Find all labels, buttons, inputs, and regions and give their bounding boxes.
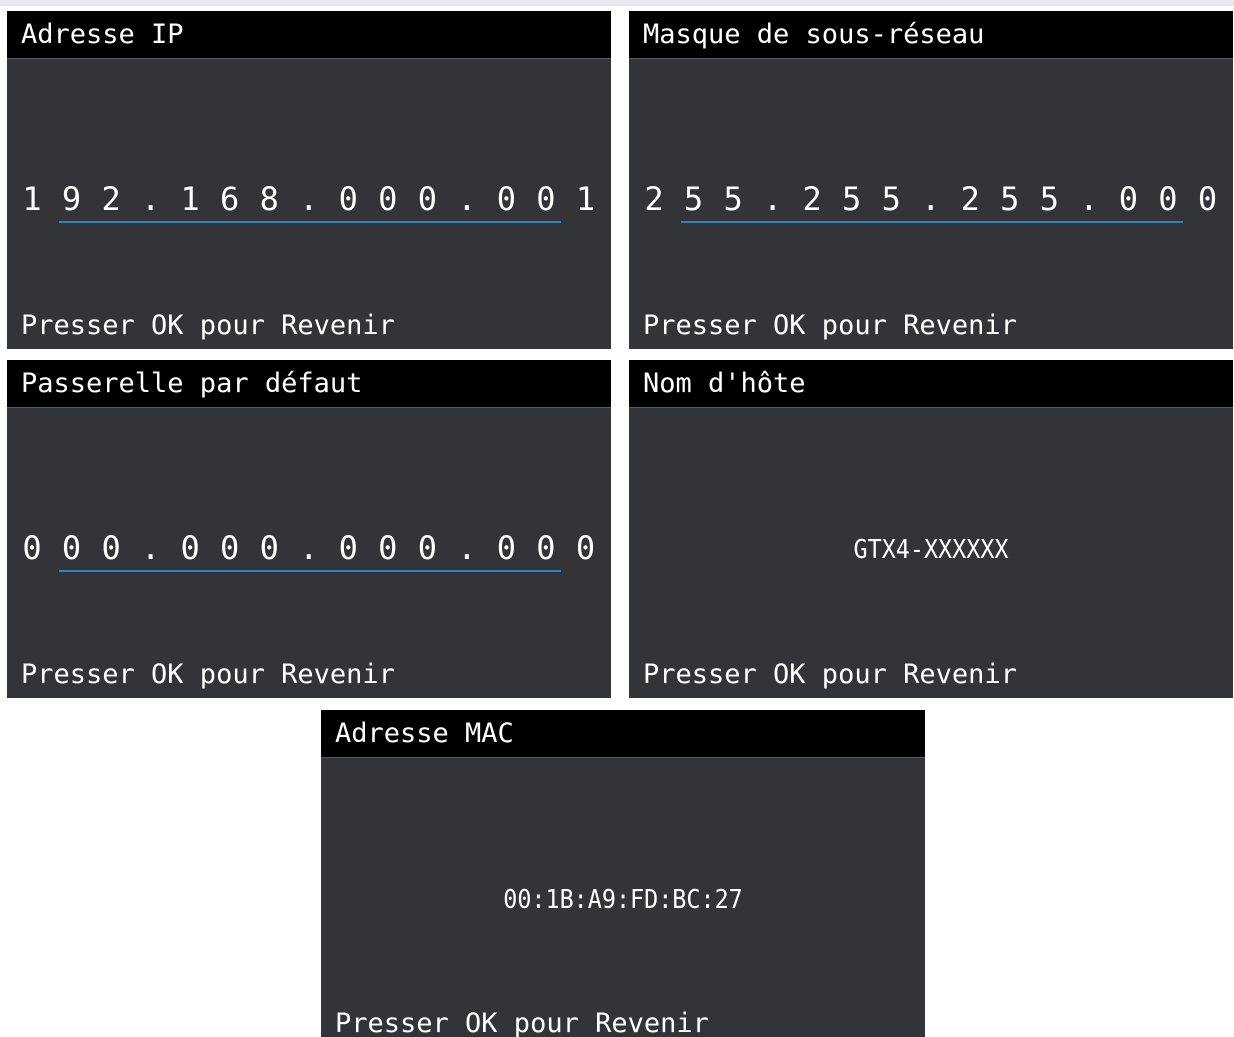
screen-title: Passerelle par défaut — [21, 368, 363, 399]
screen-header: Passerelle par défaut — [7, 360, 611, 408]
hostname-value: GTX4-XXXXXX — [853, 535, 1009, 565]
screen-header: Nom d'hôte — [629, 360, 1233, 408]
default-gateway-field[interactable]: 0 0 0 . 0 0 0 . 0 0 0 . 0 0 0 — [7, 528, 611, 568]
default-gateway-screen: Passerelle par défaut 0 0 0 . 0 0 0 . 0 … — [7, 360, 611, 698]
mac-address-screen: Adresse MAC 00:1B:A9:FD:BC:27 Presser OK… — [321, 710, 925, 1037]
screen-title: Nom d'hôte — [643, 368, 806, 399]
field-underline — [681, 221, 1183, 223]
return-hint: Presser OK pour Revenir — [21, 310, 395, 341]
screen-header: Adresse MAC — [321, 710, 925, 758]
ip-address-screen: Adresse IP 1 9 2 . 1 6 8 . 0 0 0 . 0 0 1… — [7, 11, 611, 349]
field-underline — [59, 570, 561, 572]
return-hint: Presser OK pour Revenir — [21, 659, 395, 690]
screen-header: Adresse IP — [7, 11, 611, 59]
hostname-screen: Nom d'hôte GTX4-XXXXXX Presser OK pour R… — [629, 360, 1233, 698]
field-underline — [59, 221, 561, 223]
top-border — [0, 0, 1234, 6]
return-hint: Presser OK pour Revenir — [643, 659, 1017, 690]
subnet-mask-field[interactable]: 2 5 5 . 2 5 5 . 2 5 5 . 0 0 0 — [629, 179, 1233, 219]
screen-title: Adresse MAC — [335, 718, 514, 749]
return-hint: Presser OK pour Revenir — [335, 1008, 709, 1037]
screen-title: Masque de sous-réseau — [643, 19, 985, 50]
mac-address-value: 00:1B:A9:FD:BC:27 — [503, 885, 743, 915]
return-hint: Presser OK pour Revenir — [643, 310, 1017, 341]
screen-header: Masque de sous-réseau — [629, 11, 1233, 59]
ip-address-field[interactable]: 1 9 2 . 1 6 8 . 0 0 0 . 0 0 1 — [7, 179, 611, 219]
screen-title: Adresse IP — [21, 19, 184, 50]
subnet-mask-screen: Masque de sous-réseau 2 5 5 . 2 5 5 . 2 … — [629, 11, 1233, 349]
